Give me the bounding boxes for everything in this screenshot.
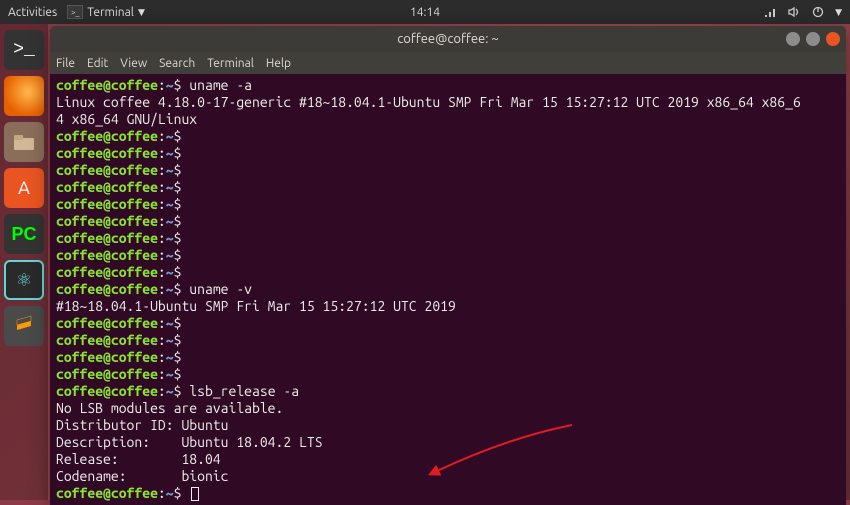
titlebar[interactable]: coffee@coffee: ~ [50, 26, 846, 52]
terminal-line: coffee@coffee:~$ [56, 196, 840, 213]
dock-firefox[interactable] [4, 76, 44, 116]
terminal-output: #18~18.04.1-Ubuntu SMP Fri Mar 15 15:27:… [56, 298, 840, 315]
chevron-down-icon: ▼ [138, 7, 145, 18]
network-icon[interactable] [763, 5, 777, 19]
terminal-output: Distributor ID: Ubuntu [56, 417, 840, 434]
power-icon[interactable] [811, 5, 825, 19]
terminal-line: coffee@coffee:~$ [56, 247, 840, 264]
menu-help[interactable]: Help [266, 57, 291, 70]
system-menu-chevron[interactable]: ▼ [835, 7, 842, 18]
menubar: File Edit View Search Terminal Help [50, 52, 846, 74]
terminal-output: Release: 18.04 [56, 451, 840, 468]
terminal-output: No LSB modules are available. [56, 400, 840, 417]
menu-view[interactable]: View [120, 57, 147, 70]
maximize-button[interactable] [806, 32, 820, 46]
terminal-output: Codename: bionic [56, 468, 840, 485]
active-app-indicator[interactable]: >_ Terminal ▼ [67, 5, 145, 19]
dock-terminal[interactable]: >_ [4, 30, 44, 70]
close-button[interactable] [826, 32, 840, 46]
terminal-viewport[interactable]: coffee@coffee:~$ uname -aLinux coffee 4.… [50, 74, 846, 505]
terminal-line: coffee@coffee:~$ [56, 349, 840, 366]
window-title: coffee@coffee: ~ [397, 32, 499, 46]
terminal-line: coffee@coffee:~$ [56, 315, 840, 332]
dock-software[interactable]: A [4, 168, 44, 208]
activities-button[interactable]: Activities [8, 6, 57, 19]
menu-search[interactable]: Search [159, 57, 195, 70]
dock: >_ A PC ⚛ [0, 24, 48, 500]
menu-edit[interactable]: Edit [87, 57, 108, 70]
dock-atom[interactable]: ⚛ [4, 260, 44, 300]
terminal-line: coffee@coffee:~$ [56, 332, 840, 349]
cursor [191, 487, 199, 501]
volume-icon[interactable] [787, 5, 801, 19]
terminal-line: coffee@coffee:~$ [56, 145, 840, 162]
terminal-line: coffee@coffee:~$ [56, 213, 840, 230]
terminal-line: coffee@coffee:~$ [56, 179, 840, 196]
terminal-line: coffee@coffee:~$ [56, 264, 840, 281]
terminal-line: coffee@coffee:~$ uname -a [56, 77, 840, 94]
terminal-line: coffee@coffee:~$ [56, 366, 840, 383]
dock-files[interactable] [4, 122, 44, 162]
terminal-output: Description: Ubuntu 18.04.2 LTS [56, 434, 840, 451]
clock[interactable]: 14:14 [410, 6, 440, 19]
terminal-line: coffee@coffee:~$ [56, 128, 840, 145]
terminal-line: coffee@coffee:~$ [56, 162, 840, 179]
terminal-output: 4 x86_64 GNU/Linux [56, 111, 840, 128]
terminal-icon: >_ [67, 5, 83, 19]
minimize-button[interactable] [786, 32, 800, 46]
dock-pycharm[interactable]: PC [4, 214, 44, 254]
menu-file[interactable]: File [56, 57, 75, 70]
menu-terminal[interactable]: Terminal [207, 57, 254, 70]
terminal-line: coffee@coffee:~$ [56, 485, 840, 502]
gnome-topbar: Activities >_ Terminal ▼ 14:14 ▼ [0, 0, 850, 24]
terminal-line: coffee@coffee:~$ uname -v [56, 281, 840, 298]
terminal-output: Linux coffee 4.18.0-17-generic #18~18.04… [56, 94, 840, 111]
dock-sublime[interactable] [4, 306, 44, 346]
terminal-line: coffee@coffee:~$ [56, 230, 840, 247]
terminal-window: coffee@coffee: ~ File Edit View Search T… [50, 26, 846, 505]
terminal-line: coffee@coffee:~$ lsb_release -a [56, 383, 840, 400]
